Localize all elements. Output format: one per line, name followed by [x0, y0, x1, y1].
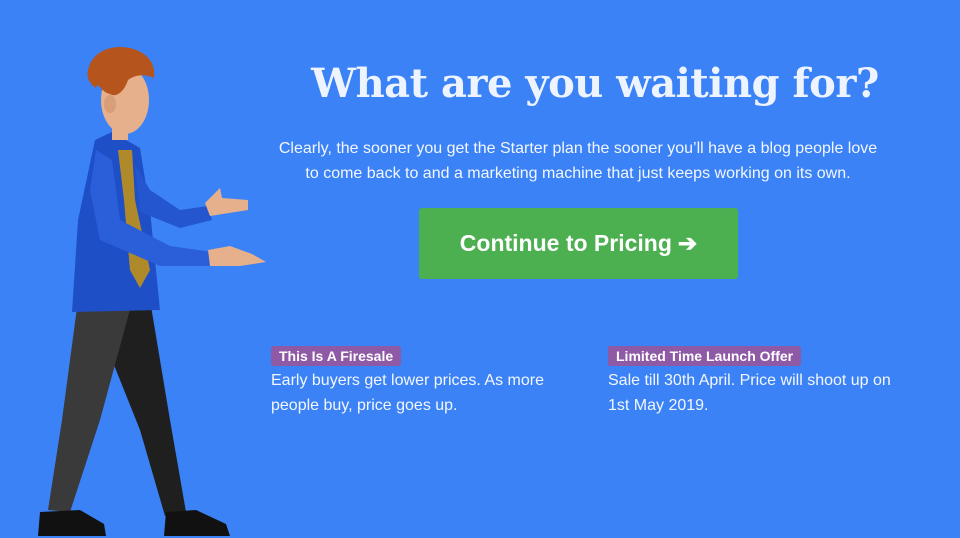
launch-offer-badge: Limited Time Launch Offer [608, 346, 802, 366]
front-leg [48, 300, 132, 512]
ear [104, 95, 116, 113]
left-shoe [38, 510, 106, 536]
man-presenting-illustration [38, 46, 266, 536]
arrow-right-icon: ➔ [677, 230, 698, 256]
continue-to-pricing-button[interactable]: Continue to Pricing ➔ [419, 208, 738, 279]
firesale-description: Early buyers get lower prices. As more p… [271, 372, 544, 414]
page-title: What are you waiting for? [311, 60, 879, 107]
back-hand [205, 188, 248, 216]
firesale-feature: This Is A Firesale Early buyers get lowe… [271, 346, 571, 418]
launch-offer-description: Sale till 30th April. Price will shoot u… [608, 372, 891, 414]
launch-offer-feature: Limited Time Launch Offer Sale till 30th… [608, 346, 908, 418]
firesale-badge: This Is A Firesale [271, 346, 402, 366]
front-hand [208, 246, 266, 266]
page-subtitle: Clearly, the sooner you get the Starter … [278, 140, 878, 182]
right-shoe [164, 510, 230, 536]
continue-to-pricing-label: Continue to Pricing [459, 230, 672, 256]
